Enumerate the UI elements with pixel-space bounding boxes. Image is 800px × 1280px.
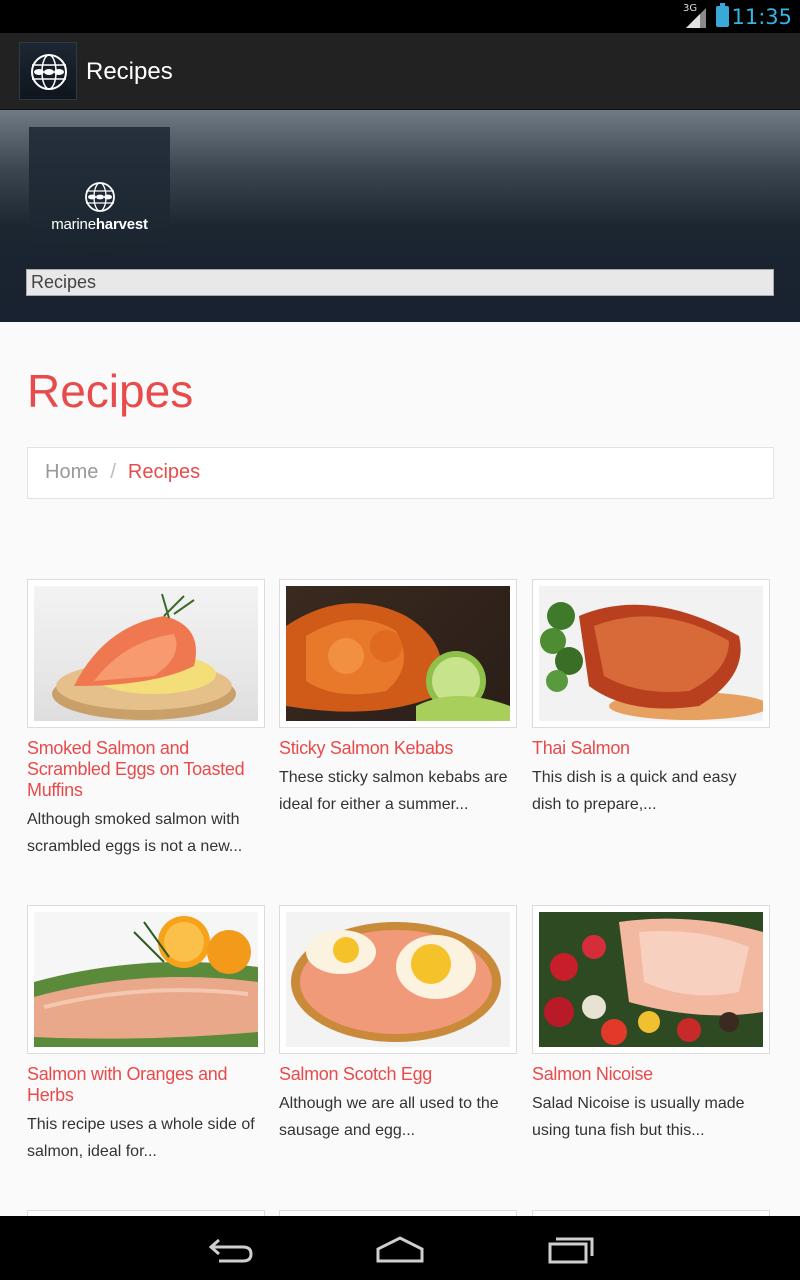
- recipe-image-frame[interactable]: [27, 905, 265, 1054]
- brand-wordmark: marineharvest: [29, 216, 170, 233]
- brand-logo[interactable]: marineharvest: [29, 127, 170, 259]
- recipe-title[interactable]: Salmon with Oranges and Herbs: [27, 1064, 265, 1106]
- recipe-title[interactable]: Thai Salmon: [532, 738, 770, 759]
- system-nav-bar: [0, 1216, 800, 1280]
- battery-icon: [716, 3, 729, 27]
- brand-light: marine: [51, 216, 96, 233]
- recipe-description: Salad Nicoise is usually made using tuna…: [532, 1095, 745, 1139]
- action-bar: Recipes: [0, 33, 800, 110]
- breadcrumb-current: Recipes: [127, 461, 201, 483]
- breadcrumb-home[interactable]: Home: [45, 461, 98, 483]
- home-icon[interactable]: [375, 1234, 425, 1264]
- recipe-image-frame[interactable]: [532, 579, 770, 728]
- action-bar-title: Recipes: [86, 58, 173, 85]
- clock: 11:35: [731, 5, 792, 29]
- recipe-image[interactable]: [539, 586, 763, 721]
- recipe-image[interactable]: [286, 912, 510, 1047]
- recipe-card[interactable]: Smoked Salmon and Scrambled Eggs on Toas…: [27, 579, 265, 860]
- recipe-image[interactable]: [34, 586, 258, 721]
- recipe-description: Although we are all used to the sausage …: [279, 1095, 499, 1139]
- navigation-select[interactable]: Recipes: [26, 269, 774, 296]
- recent-apps-icon[interactable]: [546, 1234, 596, 1264]
- recipe-description: This dish is a quick and easy dish to pr…: [532, 769, 737, 813]
- page-title: Recipes: [27, 365, 194, 417]
- globe-icon: [85, 182, 115, 212]
- recipe-card[interactable]: Thai Salmon This dish is a quick and eas…: [532, 579, 770, 818]
- recipe-description: These sticky salmon kebabs are ideal for…: [279, 769, 508, 813]
- recipe-title[interactable]: Salmon Nicoise: [532, 1064, 770, 1085]
- recipe-card[interactable]: Sticky Salmon Kebabs These sticky salmon…: [279, 579, 517, 818]
- back-icon[interactable]: [205, 1234, 255, 1264]
- recipe-title[interactable]: Salmon Scotch Egg: [279, 1064, 517, 1085]
- recipe-title[interactable]: Smoked Salmon and Scrambled Eggs on Toas…: [27, 738, 265, 801]
- recipe-card[interactable]: Salmon Nicoise Salad Nicoise is usually …: [532, 905, 770, 1144]
- recipe-image[interactable]: [539, 912, 763, 1047]
- recipe-card[interactable]: Salmon with Oranges and Herbs This recip…: [27, 905, 265, 1165]
- app-logo-icon[interactable]: [19, 42, 77, 100]
- breadcrumb-separator: /: [110, 461, 116, 483]
- recipe-image-frame[interactable]: [532, 905, 770, 1054]
- recipe-image[interactable]: [34, 912, 258, 1047]
- recipe-card[interactable]: Salmon Scotch Egg Although we are all us…: [279, 905, 517, 1144]
- recipe-description: This recipe uses a whole side of salmon,…: [27, 1116, 255, 1160]
- page-content: Recipes Home / Recipes Smoked Salmon and S…: [0, 322, 800, 1216]
- breadcrumb: Home / Recipes: [27, 447, 774, 499]
- recipe-image-frame[interactable]: [279, 579, 517, 728]
- recipe-title[interactable]: Sticky Salmon Kebabs: [279, 738, 517, 759]
- recipe-image-frame[interactable]: [27, 579, 265, 728]
- recipe-description: Although smoked salmon with scrambled eg…: [27, 811, 243, 855]
- site-header: marineharvest Recipes: [0, 110, 800, 322]
- brand-bold: harvest: [95, 216, 148, 233]
- signal-icon: [686, 8, 706, 28]
- recipe-image-frame[interactable]: [279, 905, 517, 1054]
- status-bar: 3G 11:35: [0, 0, 800, 33]
- recipe-image[interactable]: [286, 586, 510, 721]
